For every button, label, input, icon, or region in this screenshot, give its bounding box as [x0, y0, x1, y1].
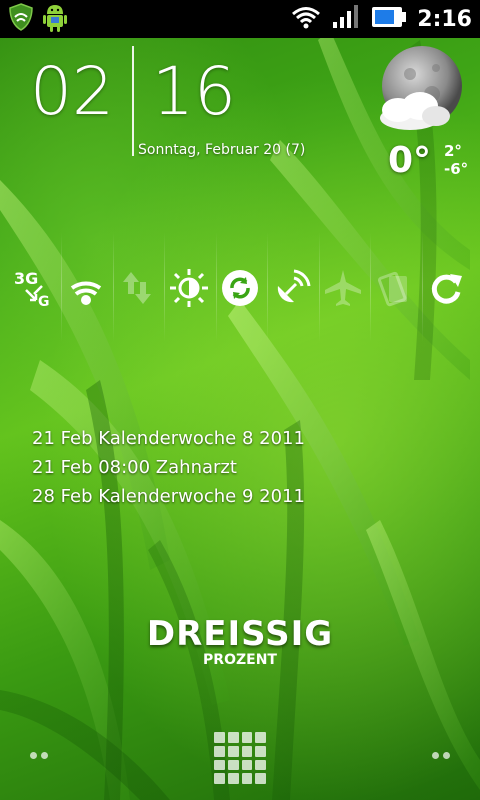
dock	[0, 730, 480, 790]
grid-cell	[227, 759, 239, 771]
wifi-icon	[291, 5, 321, 33]
clock-date: Sonntag, Februar 20 (7)	[138, 142, 306, 158]
grid-cell	[227, 773, 239, 784]
grid-cell	[214, 732, 225, 743]
grid-cell	[255, 759, 266, 771]
gps-toggle[interactable]	[268, 232, 320, 342]
brand-title: DREISSIG	[146, 614, 334, 654]
weather-high: 2°	[444, 142, 462, 160]
page-dot	[30, 752, 37, 759]
calendar-event[interactable]: 21 Feb 08:00 Zahnarzt	[32, 453, 305, 482]
page-indicator-left[interactable]	[30, 752, 48, 759]
airplane-icon	[323, 268, 363, 312]
satellite-icon	[272, 268, 312, 312]
refresh-toggle[interactable]	[422, 262, 470, 318]
weather-low: -6°	[444, 160, 469, 178]
brightness-toggle[interactable]	[165, 232, 217, 342]
calendar-event[interactable]: 21 Feb Kalenderwoche 8 2011	[32, 424, 305, 453]
moon-cloud-icon	[374, 44, 468, 142]
grid-cell	[241, 745, 253, 757]
sync-toggle[interactable]	[216, 232, 268, 342]
clock-divider	[131, 46, 134, 156]
grid-cell	[241, 759, 253, 771]
shield-icon	[8, 3, 34, 35]
weather-current-temp: 0°	[388, 140, 432, 181]
power-toggles: 3G G	[10, 232, 470, 342]
rotation-icon	[375, 268, 415, 312]
clock-hour: 02	[30, 53, 114, 130]
app-drawer-button[interactable]	[214, 732, 266, 784]
status-bar: 2:16	[0, 0, 480, 38]
sync-icon	[220, 268, 260, 312]
wifi-toggle[interactable]	[62, 232, 114, 342]
3g-switch-icon: 3G G	[12, 266, 56, 314]
grid-cell	[255, 745, 266, 757]
status-time: 2:16	[417, 6, 472, 32]
rotation-toggle[interactable]	[371, 232, 423, 342]
svg-text:G: G	[38, 294, 50, 310]
signal-icon	[331, 4, 361, 34]
calendar-event[interactable]: 28 Feb Kalenderwoche 9 2011	[32, 482, 305, 511]
svg-text:3G: 3G	[14, 269, 38, 288]
grid-cell	[241, 773, 253, 784]
android-icon	[40, 1, 70, 37]
grid-cell	[241, 732, 253, 743]
grid-cell	[255, 732, 266, 743]
grid-cell	[214, 759, 225, 771]
calendar-widget[interactable]: 21 Feb Kalenderwoche 8 2011 21 Feb 08:00…	[32, 424, 305, 511]
grid-cell	[255, 773, 266, 784]
refresh-icon	[426, 268, 466, 312]
battery-icon	[371, 5, 407, 33]
clock-widget[interactable]: 02 16 Sonntag, Februar 20 (7)	[30, 46, 305, 158]
data-sync-arrows-toggle[interactable]	[113, 232, 165, 342]
up-down-arrows-icon	[119, 268, 155, 312]
page-dot	[443, 752, 450, 759]
grid-cell	[214, 773, 225, 784]
3g-toggle[interactable]: 3G G	[10, 232, 62, 342]
brand-subtitle: PROZENT	[203, 652, 277, 668]
airplane-toggle[interactable]	[319, 232, 371, 342]
grid-cell	[214, 745, 225, 757]
page-dot	[432, 752, 439, 759]
wifi-icon	[66, 268, 106, 312]
page-dot	[41, 752, 48, 759]
page-indicator-right[interactable]	[432, 752, 450, 759]
clock-minute: 16	[151, 53, 236, 130]
brightness-icon	[168, 267, 210, 313]
brand-logo: DREISSIG PROZENT	[0, 614, 480, 668]
grid-cell	[227, 745, 239, 757]
grid-cell	[227, 732, 239, 743]
